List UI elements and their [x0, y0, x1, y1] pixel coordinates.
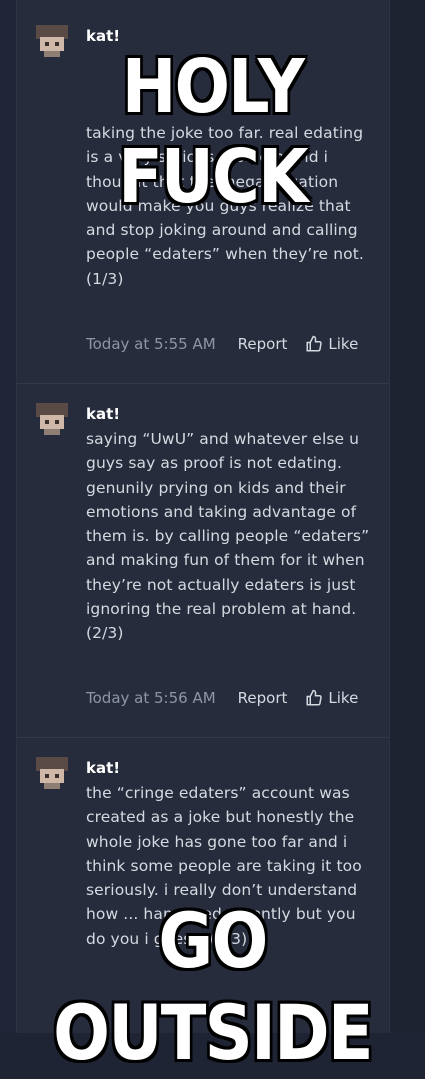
post-message: saying “UwU” and whatever else u guys sa…: [86, 430, 370, 643]
thumbs-up-icon: [306, 689, 323, 706]
caption-bottom: GO OUTSIDE: [53, 896, 373, 1077]
post-meta: Today at 5:55 AM Report Like: [86, 335, 371, 353]
left-rail: [0, 0, 17, 1033]
report-button[interactable]: Report: [238, 689, 288, 707]
like-label: Like: [328, 335, 359, 353]
like-button[interactable]: Like: [305, 689, 358, 707]
thumbs-up-icon: [306, 335, 323, 352]
avatar[interactable]: [36, 403, 68, 435]
avatar[interactable]: [36, 757, 68, 789]
report-button[interactable]: Report: [238, 335, 288, 353]
timestamp[interactable]: Today at 5:56 AM: [86, 689, 216, 707]
post-2: kat! saying “UwU” and whatever else u gu…: [17, 383, 389, 738]
username[interactable]: kat!: [86, 405, 120, 423]
timestamp[interactable]: Today at 5:55 AM: [86, 335, 216, 353]
like-label: Like: [328, 689, 359, 707]
like-button[interactable]: Like: [305, 335, 358, 353]
post-meta: Today at 5:56 AM Report Like: [86, 689, 371, 707]
caption-top: HOLY FUCK: [118, 44, 308, 220]
username[interactable]: kat!: [86, 759, 120, 777]
